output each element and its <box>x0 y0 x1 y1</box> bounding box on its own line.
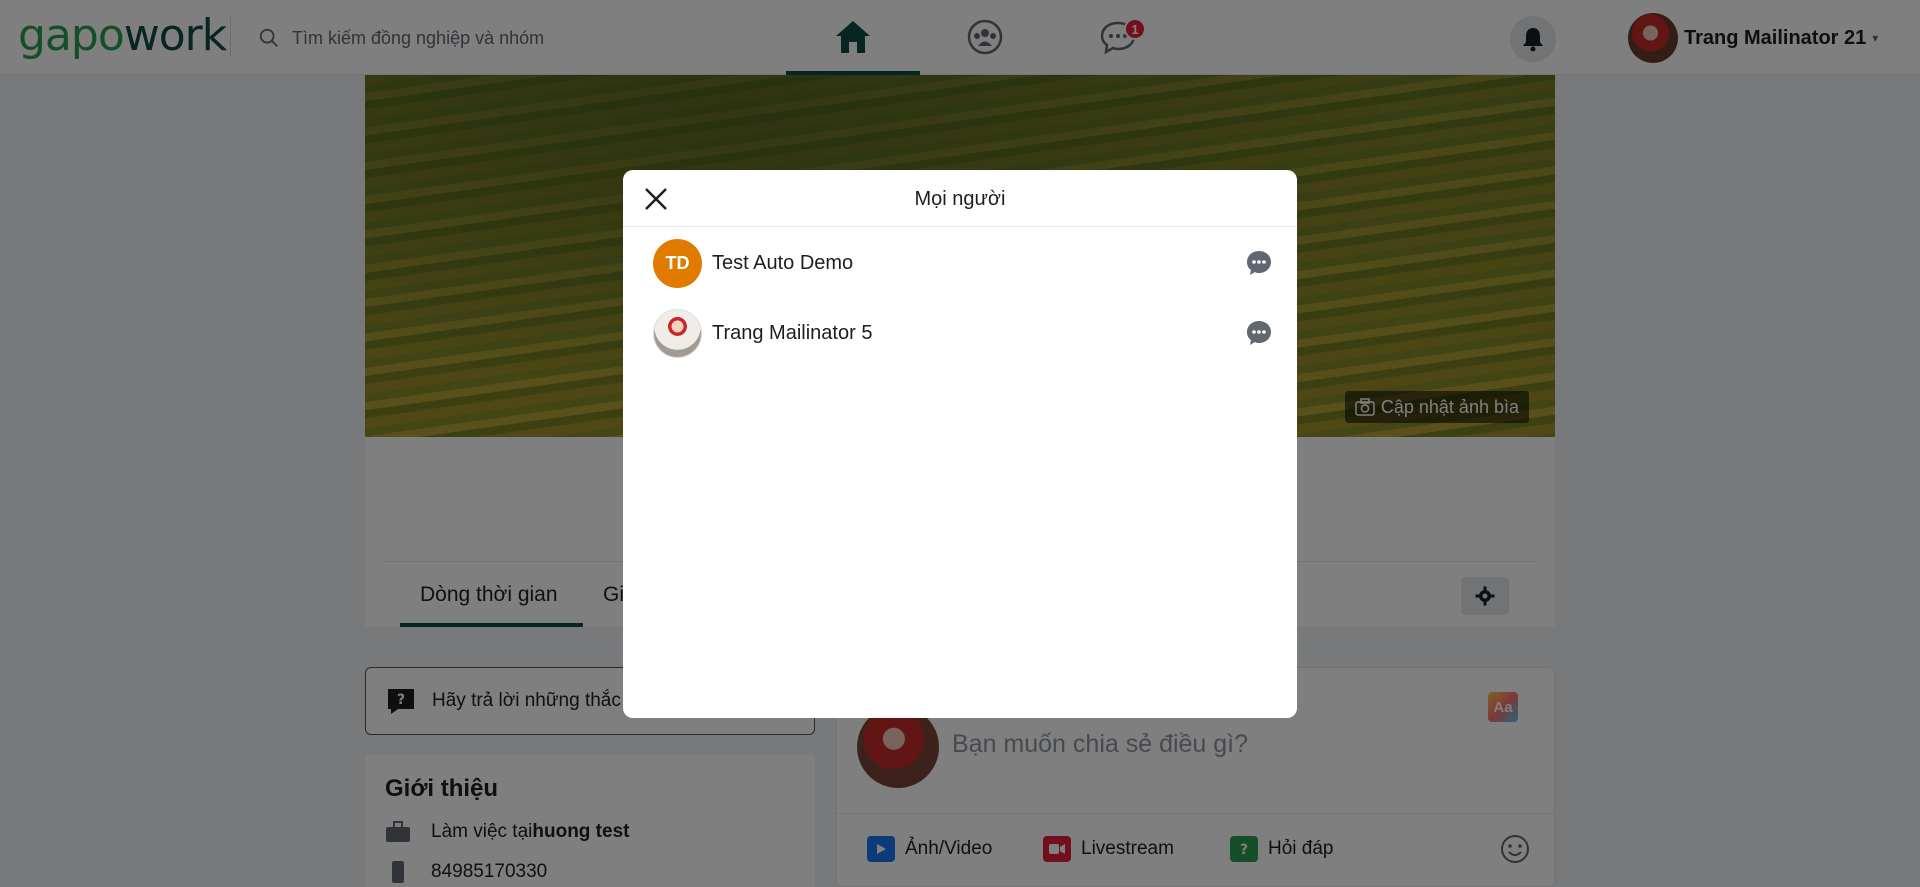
people-modal: Mọi người TD Test Auto Demo Trang Mailin… <box>623 170 1297 718</box>
avatar <box>653 308 702 358</box>
message-icon[interactable] <box>1245 249 1273 277</box>
member-name[interactable]: Trang Mailinator 5 <box>712 322 1245 345</box>
member-name[interactable]: Test Auto Demo <box>712 252 1245 275</box>
modal-header: Mọi người <box>623 170 1297 227</box>
avatar: TD <box>653 238 702 288</box>
modal-title: Mọi người <box>914 188 1006 210</box>
message-icon[interactable] <box>1245 319 1273 347</box>
list-item[interactable]: TD Test Auto Demo <box>653 238 1273 288</box>
list-item[interactable]: Trang Mailinator 5 <box>653 308 1273 358</box>
